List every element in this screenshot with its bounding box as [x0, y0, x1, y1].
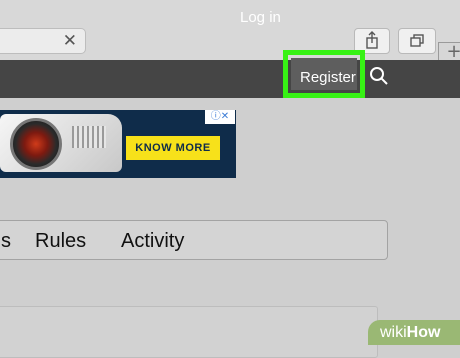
watermark-wiki: wiki: [380, 324, 407, 341]
tab-partial[interactable]: s: [1, 230, 11, 252]
watermark-how: How: [406, 324, 441, 341]
forum-tabs: s Rules Activity: [0, 220, 388, 260]
projector-lens: [10, 118, 62, 170]
know-more-button[interactable]: KNOW MORE: [126, 136, 220, 160]
ad-choices-icon[interactable]: ⓘ✕: [205, 110, 235, 124]
tab-rules[interactable]: Rules: [35, 230, 86, 252]
content-panel: [0, 306, 378, 358]
wikihow-watermark: wikiHow: [368, 320, 460, 345]
tabs-icon: [410, 34, 424, 47]
close-icon[interactable]: ✕: [63, 31, 77, 51]
site-nav-bar: [0, 60, 460, 98]
search-icon[interactable]: [368, 65, 390, 87]
advertisement-banner[interactable]: KNOW MORE ⓘ✕: [0, 110, 236, 178]
projector-vent: [72, 126, 106, 148]
tab-activity[interactable]: Activity: [121, 230, 184, 252]
tabs-overview-button[interactable]: [398, 28, 436, 54]
register-link[interactable]: Register: [300, 68, 356, 88]
plus-icon: +: [446, 41, 460, 62]
login-link[interactable]: Log in: [240, 8, 281, 28]
address-tab[interactable]: ✕: [0, 28, 86, 54]
